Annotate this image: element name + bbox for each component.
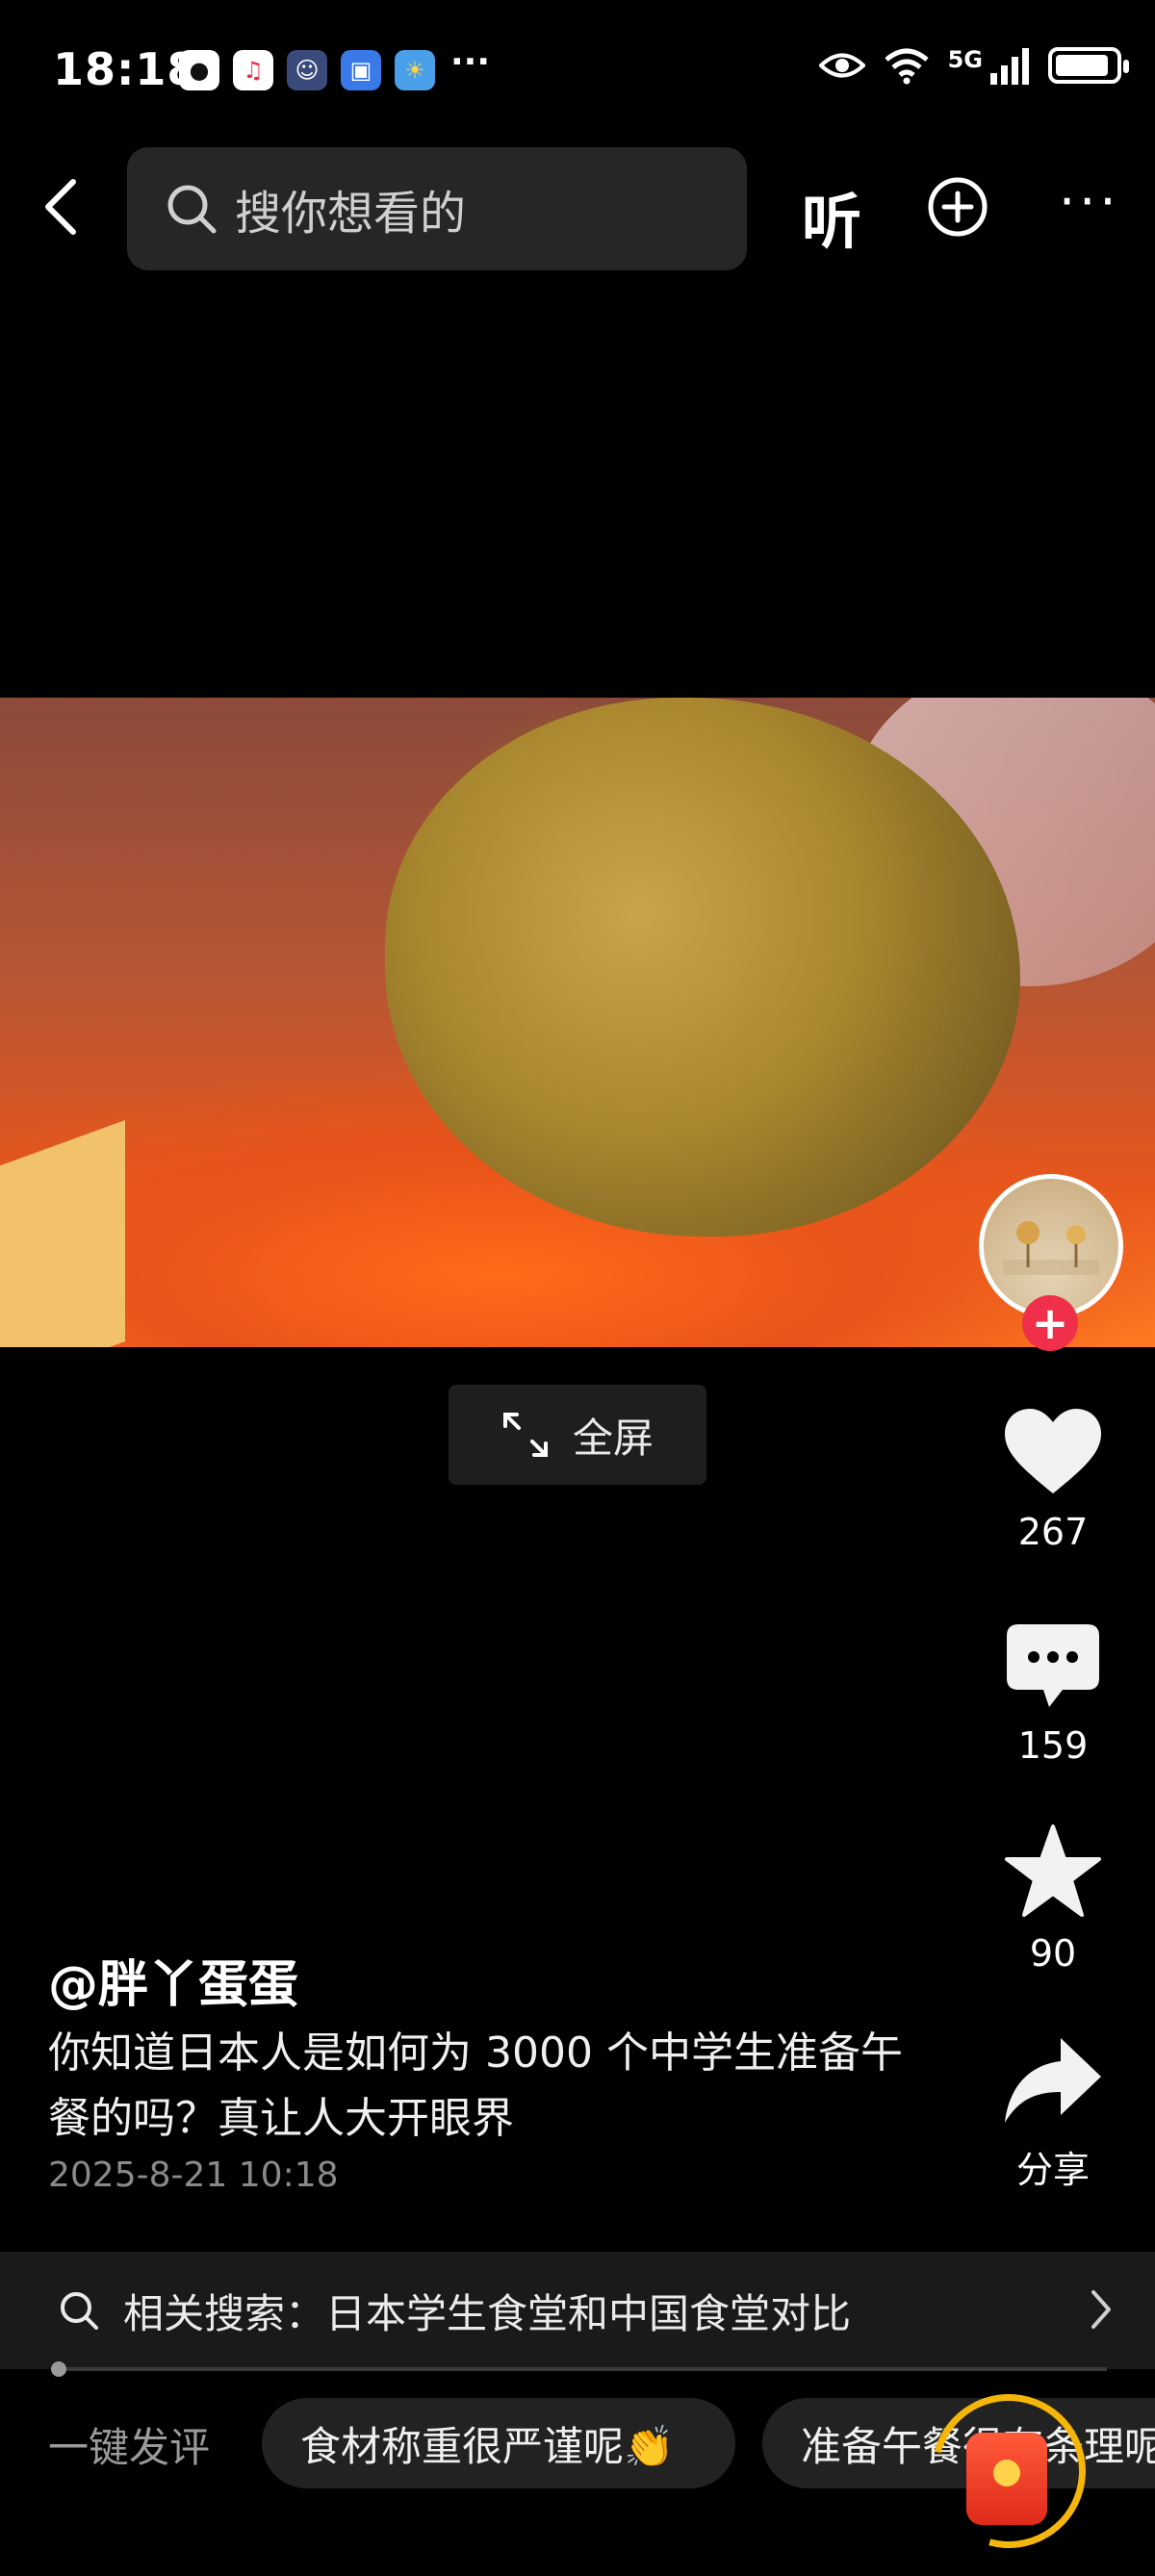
fullscreen-label: 全屏 <box>572 1414 654 1462</box>
music-icon: ♫ <box>233 50 273 90</box>
status-bar: 18:18 ● ♫ ☺ ▣ ☀ ··· 5G <box>0 0 1155 135</box>
more-notifications-icon: ··· <box>450 42 491 82</box>
related-search-bar[interactable]: 相关搜索：日本学生食堂和中国食堂对比 <box>0 2252 1155 2369</box>
avatar-tree-icon <box>1003 1221 1099 1275</box>
progress-handle[interactable] <box>50 2361 66 2377</box>
follow-plus-button[interactable]: + <box>1022 1295 1078 1351</box>
add-circle-icon[interactable] <box>927 176 988 238</box>
search-input[interactable]: 搜你想看的 <box>127 147 747 270</box>
network-type: 5G <box>947 46 983 73</box>
favorite-count: 90 <box>1029 1932 1077 1975</box>
video-frame-plate <box>0 1120 125 1347</box>
author-name[interactable]: @胖丫蛋蛋 <box>48 1944 298 2016</box>
star-icon <box>1005 1824 1101 1917</box>
search-placeholder: 搜你想看的 <box>235 187 467 241</box>
quick-comment-chip[interactable]: 食材称重很严谨呢👏 <box>262 2398 735 2488</box>
battery-icon <box>1048 47 1129 84</box>
weather-icon: ☀ <box>395 50 435 90</box>
wifi-icon <box>884 48 929 85</box>
favorite-button[interactable]: 90 <box>991 1823 1115 1975</box>
listen-button[interactable]: 听 <box>802 173 861 260</box>
expand-icon <box>502 1413 548 1457</box>
share-label: 分享 <box>1015 2149 1090 2191</box>
status-time: 18:18 <box>53 43 199 95</box>
eye-icon <box>818 53 865 78</box>
heart-icon <box>1005 1409 1101 1493</box>
like-count: 267 <box>1017 1511 1089 1553</box>
quick-comment-label[interactable]: 一键发评 <box>48 2415 210 2474</box>
share-button[interactable]: 分享 <box>991 2034 1115 2193</box>
fullscreen-button[interactable]: 全屏 <box>449 1385 706 1485</box>
related-search-label: 相关搜索：日本学生食堂和中国食堂对比 <box>123 2289 852 2337</box>
status-right: 5G <box>818 46 1129 85</box>
like-button[interactable]: 267 <box>991 1407 1115 1553</box>
post-description[interactable]: 你知道日本人是如何为 3000 个中学生准备午餐的吗？真让人大开眼界 <box>48 2021 914 2152</box>
robot-app-icon: ☺ <box>287 50 327 90</box>
share-arrow-icon <box>1005 2038 1101 2123</box>
search-icon <box>61 2292 98 2330</box>
card-app-icon: ▣ <box>341 50 381 90</box>
chevron-right-icon <box>1091 2290 1111 2329</box>
post-date: 2025-8-21 10:18 <box>48 2155 339 2195</box>
signal-icon <box>990 48 1029 85</box>
comment-button[interactable]: 159 <box>991 1622 1115 1767</box>
back-arrow-icon[interactable] <box>37 178 94 236</box>
more-options-button[interactable]: ··· <box>1059 176 1120 228</box>
search-icon <box>167 185 217 234</box>
comment-bubble-icon <box>1007 1624 1099 1707</box>
wechat-icon: ● <box>179 50 219 90</box>
video-progress-bar[interactable] <box>50 2361 1107 2377</box>
comment-count: 159 <box>1017 1724 1089 1767</box>
red-packet-icon[interactable] <box>966 2433 1047 2525</box>
